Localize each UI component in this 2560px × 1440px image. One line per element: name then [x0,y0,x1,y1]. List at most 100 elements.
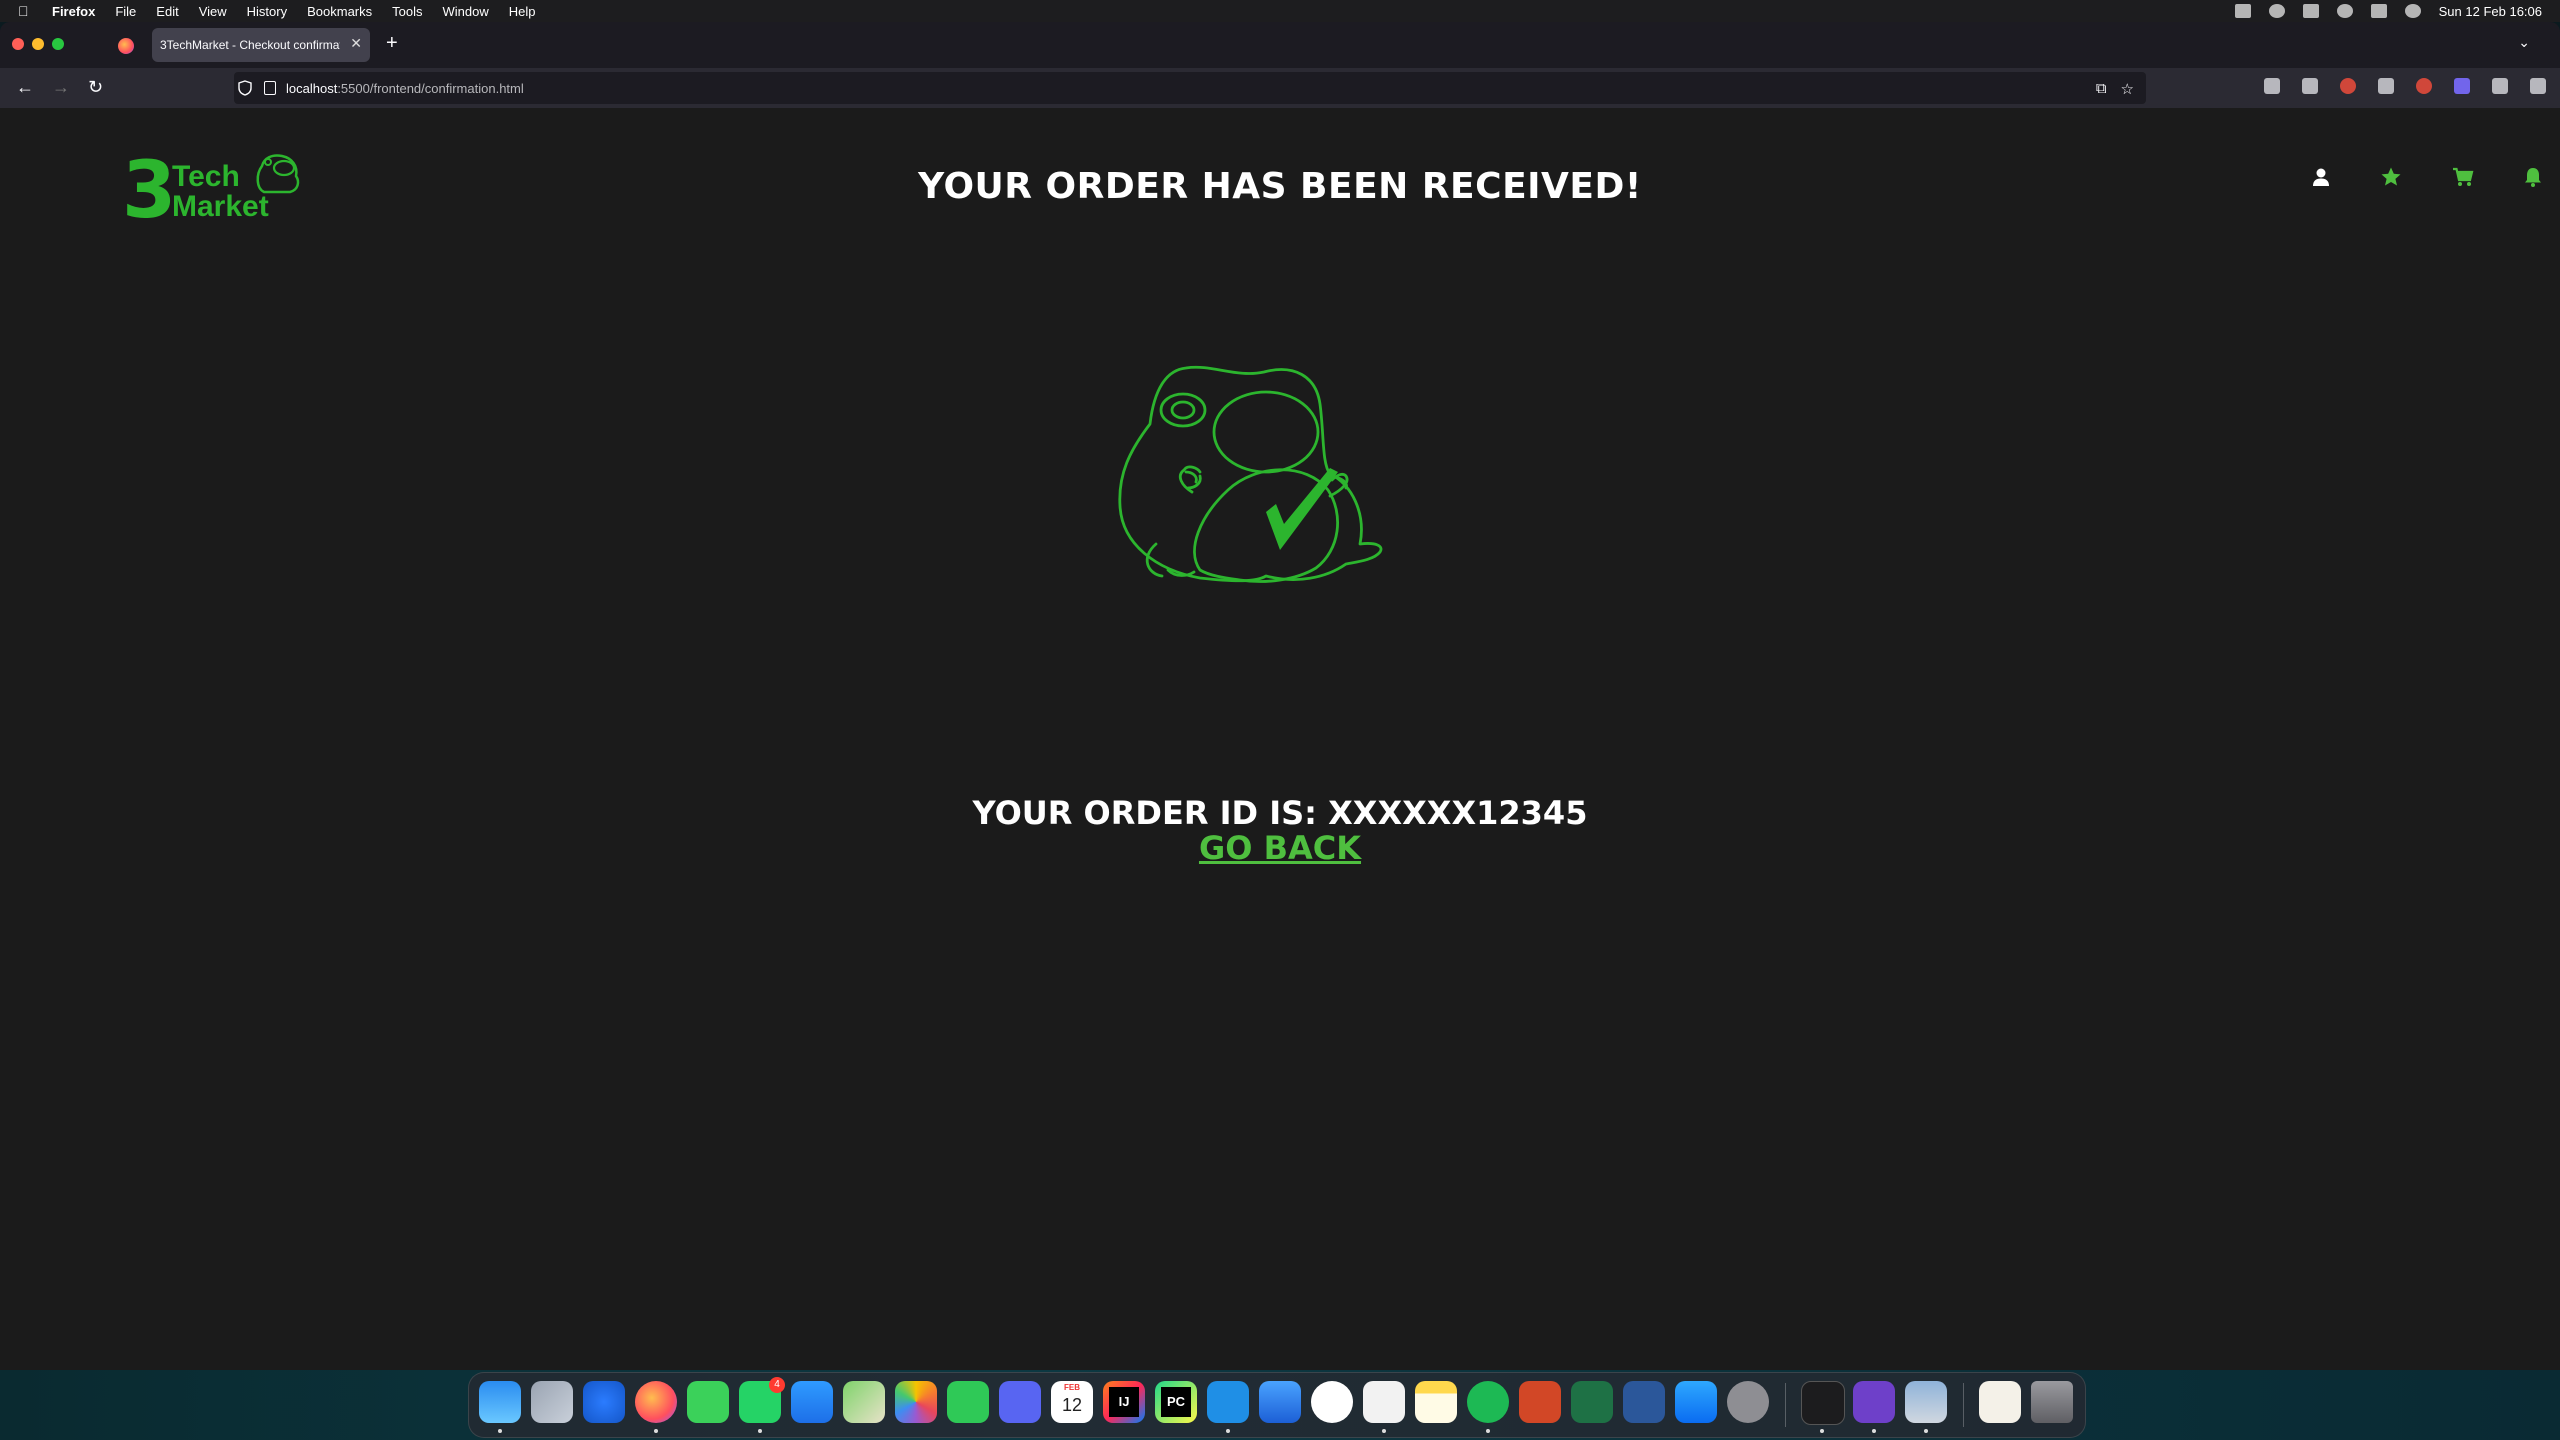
menu-bookmarks[interactable]: Bookmarks [307,4,372,19]
window-controls [12,38,64,50]
minimize-window-button[interactable] [32,38,44,50]
safari-icon[interactable] [583,1381,625,1423]
address-bar[interactable]: localhost:5500/frontend/confirmation.htm… [234,72,2146,104]
siri-icon[interactable] [2404,4,2421,18]
vscode-running-dot [1226,1429,1230,1433]
url-text[interactable]: localhost:5500/frontend/confirmation.htm… [286,81,524,96]
page-content: 3 Tech Market YOUR ORDER HAS BEEN RECEIV… [0,108,2560,1370]
user-icon[interactable] [2310,166,2332,188]
zoom-window-button[interactable] [52,38,64,50]
tab-strip: 3TechMarket - Checkout confirmati ✕ + ⌄ [0,22,2560,68]
downloads-icon[interactable] [2302,78,2318,94]
word-alt-icon[interactable] [1311,1381,1353,1423]
whatsapp-running-dot [758,1429,762,1433]
tracking-protection-shield-icon[interactable] [238,80,252,96]
tab-title: 3TechMarket - Checkout confirmati [160,38,340,52]
app-menu-icon[interactable] [2530,78,2546,94]
extension-feather-icon[interactable] [2378,78,2394,94]
activity-monitor-icon[interactable] [1801,1381,1845,1425]
xcode-icon[interactable] [1259,1381,1301,1423]
extensions-puzzle-icon[interactable] [2492,78,2508,94]
firefox-view-icon[interactable] [118,38,134,54]
menu-tools[interactable]: Tools [392,4,422,19]
translate-icon[interactable]: ⧉ [2096,80,2107,98]
navigation-toolbar: ← → ↻ localhost:5500/frontend/confirmati… [0,68,2560,108]
finder-running-dot [498,1429,502,1433]
tab-close-icon[interactable]: ✕ [350,35,362,52]
screen-mirroring-icon[interactable] [2234,4,2251,18]
spotify-running-dot [1486,1429,1490,1433]
star-icon[interactable] [2380,166,2402,188]
powerpoint-icon[interactable] [1519,1381,1561,1423]
menu-window[interactable]: Window [443,4,489,19]
reload-icon[interactable]: ↻ [88,78,103,96]
app-store-icon[interactable] [1675,1381,1717,1423]
trash-icon[interactable] [2031,1381,2073,1423]
page-title: YOUR ORDER HAS BEEN RECEIVED! [918,166,1642,207]
spotify-icon[interactable] [1467,1381,1509,1423]
bell-icon[interactable] [2522,166,2544,188]
control-center-icon[interactable] [2370,4,2387,18]
excel-icon[interactable] [1571,1381,1613,1423]
preview-running-dot [1924,1429,1928,1433]
word-icon[interactable] [1623,1381,1665,1423]
menu-history[interactable]: History [247,4,287,19]
menu-file[interactable]: File [115,4,136,19]
spotlight-search-icon[interactable] [2336,4,2353,18]
whatsapp-badge: 4 [769,1377,785,1393]
maps-icon[interactable] [843,1381,885,1423]
pocket-icon[interactable] [2264,78,2280,94]
cart-icon[interactable] [2452,166,2474,188]
intellij-idea-icon[interactable]: IJ [1103,1381,1145,1423]
discord-icon[interactable] [999,1381,1041,1423]
dock-separator [1785,1383,1786,1427]
extension-adblock-icon[interactable] [2416,78,2432,94]
menu-help[interactable]: Help [509,4,536,19]
firefox-window: 3TechMarket - Checkout confirmati ✕ + ⌄ … [0,22,2560,1370]
launchpad-icon[interactable] [531,1381,573,1423]
extension-purple-icon[interactable] [2454,78,2470,94]
menubar-clock[interactable]: Sun 12 Feb 16:06 [2439,4,2542,19]
back-icon[interactable]: ← [16,78,34,96]
messages-icon[interactable] [687,1381,729,1423]
macos-menu-bar:  Firefox File Edit View History Bookmar… [0,0,2560,22]
whatsapp-icon[interactable]: 4 [739,1377,785,1423]
system-settings-icon[interactable] [1727,1381,1769,1423]
url-host: localhost [286,80,338,96]
calendar-icon[interactable]: FEB 12 [1051,1381,1093,1423]
order-id-text: YOUR ORDER ID IS: XXXXXX12345 [972,794,1588,832]
forward-icon[interactable]: → [52,78,70,96]
menu-app-name[interactable]: Firefox [52,4,95,19]
extension-ublock-icon[interactable] [2340,78,2356,94]
go-back-link[interactable]: GO BACK [0,829,2560,867]
preview-icon[interactable] [1905,1381,1947,1423]
calendar-day: 12 [1061,1395,1083,1415]
menu-edit[interactable]: Edit [156,4,178,19]
order-confirmed-frog-icon [1118,365,1383,583]
list-all-tabs-icon[interactable]: ⌄ [2518,34,2530,51]
vscode-icon[interactable] [1207,1381,1249,1423]
documents-folder-icon[interactable] [1979,1381,2021,1423]
close-window-button[interactable] [12,38,24,50]
apple-menu-icon[interactable]:  [18,3,34,19]
firefox-icon[interactable] [635,1381,677,1423]
page-info-icon[interactable] [264,81,276,95]
mail-icon[interactable] [791,1381,833,1423]
bookmark-star-icon[interactable]: ☆ [2121,80,2134,98]
notes-icon[interactable] [1415,1381,1457,1423]
menu-view[interactable]: View [199,4,227,19]
toolbar-extensions [2264,78,2546,94]
facetime-icon[interactable] [947,1381,989,1423]
reminders-icon[interactable] [1363,1381,1405,1423]
photos-icon[interactable] [895,1381,937,1423]
wifi-icon[interactable] [2302,4,2319,18]
github-desktop-icon[interactable] [1853,1381,1895,1423]
macos-dock: 4 FEB 12 IJ PC [468,1372,2086,1438]
now-playing-icon[interactable] [2268,4,2285,18]
new-tab-button[interactable]: + [386,32,398,55]
finder-icon[interactable] [479,1381,521,1423]
tab-checkout-confirmation[interactable]: 3TechMarket - Checkout confirmati ✕ [152,28,370,62]
url-path: :5500/frontend/confirmation.html [337,80,524,96]
pycharm-icon[interactable]: PC [1155,1381,1197,1423]
dock-separator-2 [1963,1383,1964,1427]
